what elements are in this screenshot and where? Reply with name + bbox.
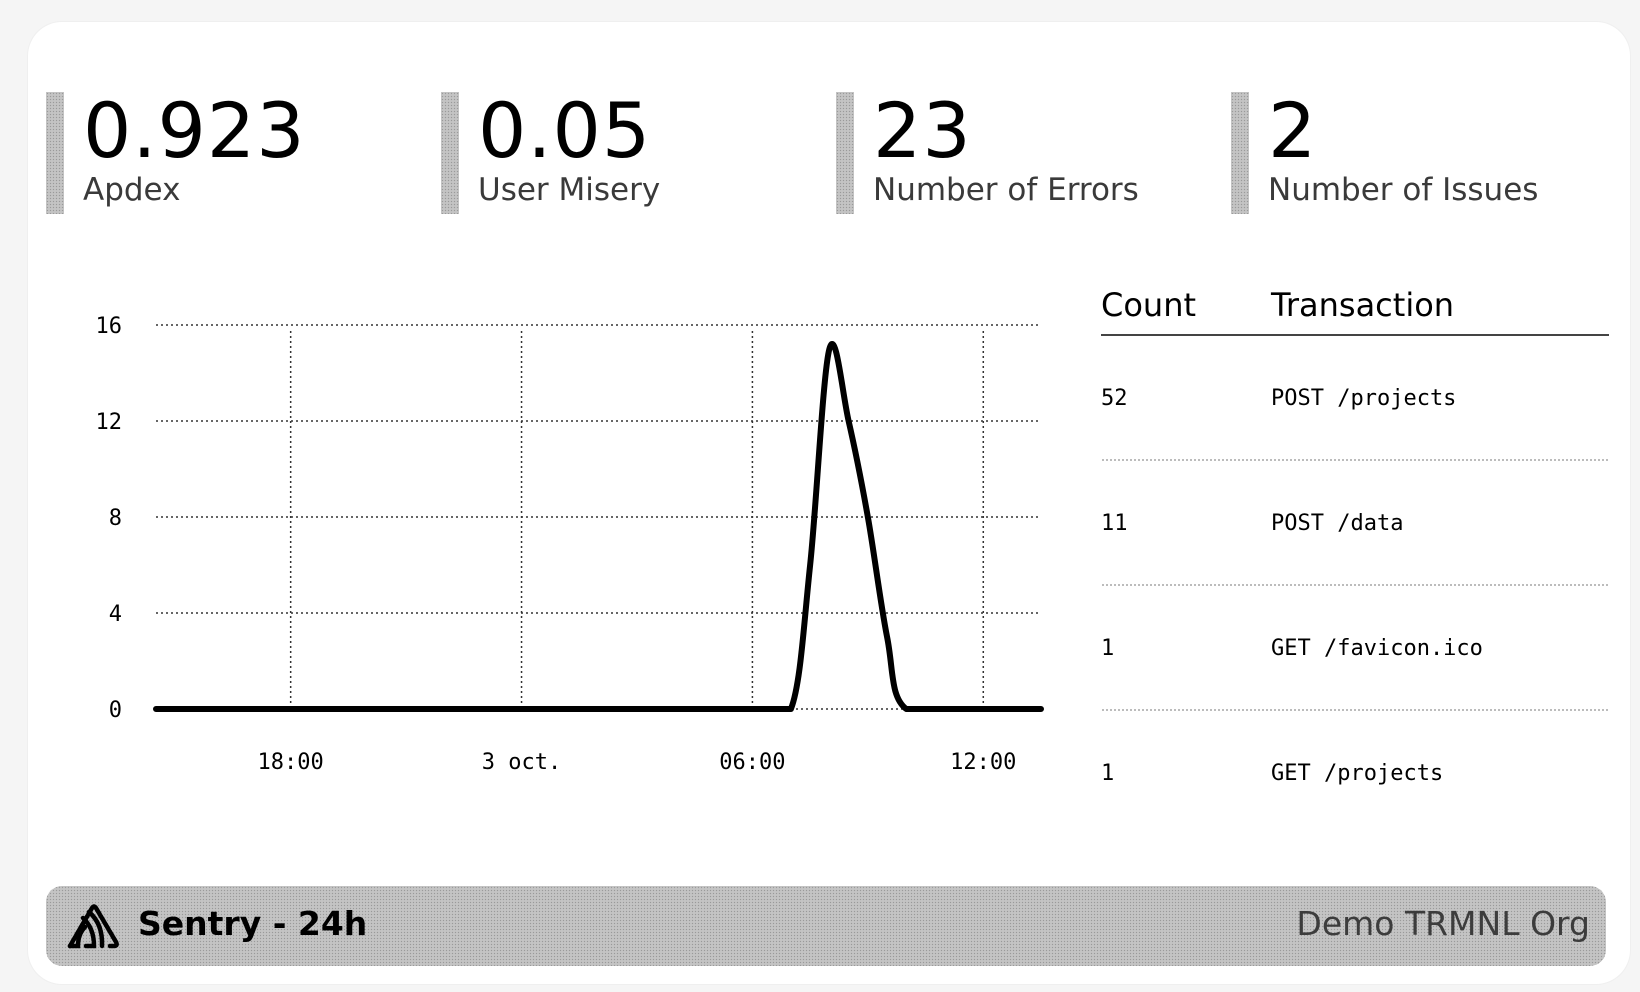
series-line: [153, 341, 1044, 712]
x-tick-label: 3 oct.: [482, 750, 561, 775]
table-row: 1 GET /projects: [1101, 711, 1609, 836]
chart-svg: 0 4 8 12 16 18:00 3 oct. 06:00 12:00: [96, 314, 1044, 775]
metric-value: 0.923: [83, 86, 306, 175]
y-tick-label: 12: [96, 410, 123, 435]
row-transaction: POST /data: [1271, 511, 1404, 536]
row-count: 52: [1101, 386, 1128, 411]
column-header-count: Count: [1101, 286, 1197, 324]
y-tick-label: 4: [109, 602, 122, 627]
row-count: 11: [1101, 511, 1128, 536]
metric-value: 2: [1268, 86, 1318, 175]
row-transaction: GET /favicon.ico: [1271, 636, 1483, 661]
y-tick-label: 8: [109, 506, 122, 531]
title-bar: Sentry - 24h Demo TRMNL Org: [46, 886, 1606, 966]
transactions-chart: 0 4 8 12 16 18:00 3 oct. 06:00 12:00: [56, 277, 1096, 817]
row-transaction: POST /projects: [1271, 386, 1457, 411]
table-row: 1 GET /favicon.ico: [1101, 586, 1609, 711]
x-tick-label: 12:00: [950, 750, 1016, 775]
x-tick-label: 06:00: [719, 750, 785, 775]
metric-value: 0.05: [478, 86, 652, 175]
x-tick-label: 18:00: [258, 750, 324, 775]
sentry-logo-icon: [67, 904, 119, 949]
metrics-row: 0.923 Apdex 0.05 User Misery 23 Number o…: [46, 86, 1626, 214]
app-title: Sentry - 24h: [138, 904, 368, 943]
organization-name: Demo TRMNL Org: [1296, 904, 1590, 943]
column-header-transaction: Transaction: [1271, 286, 1455, 324]
y-tick-label: 16: [96, 314, 123, 339]
table-header: Count Transaction: [1101, 272, 1609, 336]
table-row: 11 POST /data: [1101, 461, 1609, 586]
metric-value: 23: [873, 86, 972, 175]
row-count: 1: [1101, 761, 1115, 786]
metric-bar: [441, 92, 459, 214]
metric-label: User Misery: [478, 172, 661, 208]
metric-label: Number of Errors: [873, 172, 1139, 208]
dashboard-screen: 0.923 Apdex 0.05 User Misery 23 Number o…: [28, 22, 1630, 984]
metric-bar: [46, 92, 64, 214]
metric-label: Apdex: [83, 172, 181, 208]
metric-bar: [1231, 92, 1249, 214]
transactions-table: Count Transaction 52 POST /projects 11 P…: [1101, 272, 1609, 836]
y-tick-label: 0: [109, 698, 122, 723]
metric-label: Number of Issues: [1268, 172, 1539, 208]
table-row: 52 POST /projects: [1101, 336, 1609, 461]
metric-bar: [836, 92, 854, 214]
row-transaction: GET /projects: [1271, 761, 1444, 786]
row-count: 1: [1101, 636, 1115, 661]
